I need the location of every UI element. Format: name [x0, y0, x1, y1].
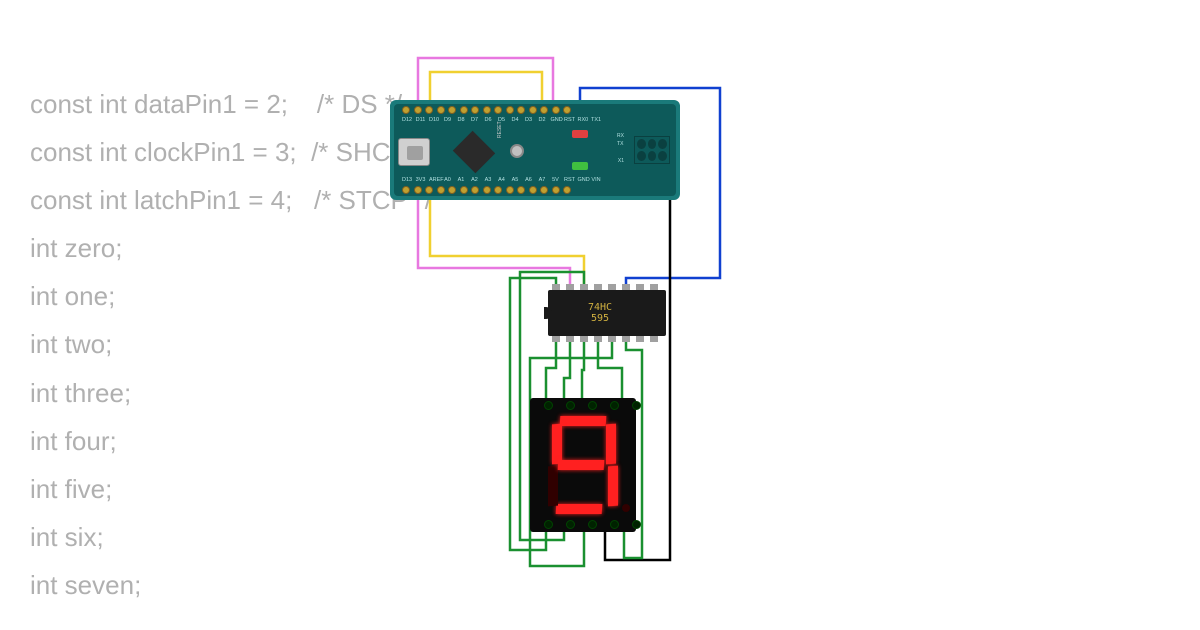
seven-segment-display[interactable] [530, 398, 636, 532]
code-line: int seven; [30, 561, 432, 609]
chip-pins-bottom [552, 336, 658, 342]
arduino-pins-top [402, 106, 571, 114]
segment-g [558, 460, 605, 470]
shift-register-74hc595[interactable]: 74HC595 [548, 290, 666, 336]
chip-notch-icon [544, 307, 552, 319]
seg-pins-bottom [544, 520, 641, 529]
code-line: int zero; [30, 224, 432, 272]
arduino-pins-bottom [402, 186, 571, 194]
code-line: int one; [30, 272, 432, 320]
isp-header [634, 136, 670, 164]
segment-e [548, 466, 558, 507]
status-led-icon [572, 162, 588, 170]
code-line: int four; [30, 417, 432, 465]
segment-f [552, 424, 562, 465]
chip-label: 74HC595 [588, 302, 612, 324]
segment-a [560, 416, 607, 426]
segment-c [608, 466, 618, 507]
code-line: int six; [30, 513, 432, 561]
x1-label: X1 [618, 158, 624, 164]
circuit-canvas[interactable]: D12D11 D10D9 D8D7 D6D5 D4D3 D2GND RSTRX0… [380, 20, 1080, 620]
code-line: const int clockPin1 = 3; /* SHCP */ [30, 128, 432, 176]
segment-digit [548, 416, 618, 514]
seg-pins-top [544, 401, 641, 410]
arduino-pin-labels-bottom: D133V3 AREFA0 A1A2 A3A4 A5A6 A75V RSTGND… [402, 177, 601, 183]
code-line: const int latchPin1 = 4; /* STCP */ [30, 176, 432, 224]
arduino-nano[interactable]: D12D11 D10D9 D8D7 D6D5 D4D3 D2GND RSTRX0… [390, 100, 680, 200]
reset-label: RESET [497, 121, 503, 138]
code-line: int three; [30, 369, 432, 417]
usb-port-icon [398, 138, 430, 166]
chip-pins-top [552, 284, 658, 290]
code-line: int two; [30, 320, 432, 368]
segment-b [606, 424, 616, 465]
rx-tx-labels: RX TX [617, 132, 624, 148]
reset-button[interactable] [510, 144, 524, 158]
segment-dp [622, 504, 630, 512]
code-line: const int dataPin1 = 2; /* DS */ [30, 80, 432, 128]
power-led-icon [572, 130, 588, 138]
segment-d [556, 504, 603, 514]
code-line: int five; [30, 465, 432, 513]
code-overlay: const int dataPin1 = 2; /* DS */ const i… [30, 80, 432, 609]
